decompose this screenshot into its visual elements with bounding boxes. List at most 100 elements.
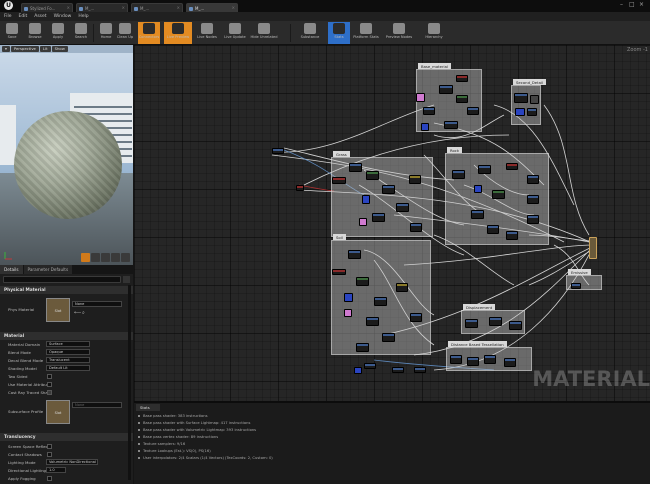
- connectors-button[interactable]: Connectors: [138, 22, 160, 44]
- material-node[interactable]: [527, 108, 537, 116]
- cylinder-shape-icon[interactable]: [91, 253, 100, 262]
- live-nodes-button[interactable]: Live Nodes: [193, 22, 221, 44]
- material-node[interactable]: [409, 175, 421, 184]
- directional-lighting-input[interactable]: 1.0: [46, 467, 66, 473]
- material-node[interactable]: [527, 175, 539, 184]
- save-button[interactable]: Save: [1, 22, 23, 44]
- close-icon[interactable]: ×: [232, 5, 235, 10]
- material-node[interactable]: [356, 277, 369, 286]
- material-node[interactable]: [423, 107, 435, 115]
- material-node[interactable]: [504, 358, 516, 367]
- subsurface-profile-thumbnail[interactable]: Slot: [46, 400, 70, 424]
- decal-blend-mode-select[interactable]: Translucent: [46, 357, 90, 363]
- material-node[interactable]: [527, 215, 539, 224]
- material-node[interactable]: [478, 165, 491, 174]
- material-node[interactable]: [527, 195, 539, 204]
- material-node[interactable]: [530, 95, 539, 104]
- texture-coordinate-node[interactable]: [421, 123, 429, 131]
- browse-asset-icon[interactable]: ⌕: [82, 310, 85, 316]
- phys-material-thumbnail[interactable]: Slot: [46, 298, 70, 322]
- document-tab-3[interactable]: M_... ×: [131, 3, 183, 12]
- contact-shadows-checkbox[interactable]: [47, 451, 52, 457]
- two-sided-checkbox[interactable]: [47, 373, 52, 379]
- material-node[interactable]: [467, 357, 479, 366]
- material-node[interactable]: [366, 171, 379, 180]
- material-node[interactable]: [456, 75, 468, 82]
- texture-coordinate-node[interactable]: [344, 293, 353, 302]
- apply-fogging-checkbox[interactable]: [47, 475, 52, 481]
- sphere-shape-icon[interactable]: [81, 253, 90, 262]
- material-node[interactable]: [356, 343, 369, 352]
- texture-sample-node[interactable]: [416, 93, 425, 102]
- material-node[interactable]: [374, 297, 387, 306]
- material-node[interactable]: [332, 269, 346, 275]
- menu-file[interactable]: File: [4, 14, 12, 19]
- material-node[interactable]: [332, 177, 346, 184]
- clean-up-button[interactable]: Clean Up: [114, 22, 136, 44]
- document-tab-2[interactable]: M_... ×: [76, 3, 128, 12]
- cube-shape-icon[interactable]: [111, 253, 120, 262]
- shading-model-select[interactable]: Default Lit: [46, 365, 90, 371]
- material-node[interactable]: [414, 367, 426, 373]
- document-tab-1[interactable]: Stylized Fo... ×: [21, 3, 73, 12]
- apply-button[interactable]: Apply: [47, 22, 69, 44]
- material-node[interactable]: [372, 213, 385, 222]
- hierarchy-button[interactable]: Hierarchy: [420, 22, 448, 44]
- view-options-icon[interactable]: [123, 276, 130, 283]
- texture-sample-node[interactable]: [359, 218, 367, 226]
- material-node[interactable]: [489, 317, 502, 326]
- preview-nodes-button[interactable]: Preview Nodes: [383, 22, 415, 44]
- material-node[interactable]: [439, 85, 453, 94]
- close-icon[interactable]: ×: [67, 5, 70, 10]
- subsurface-profile-picker[interactable]: None: [72, 402, 122, 408]
- material-node[interactable]: [450, 355, 462, 364]
- material-node[interactable]: [410, 313, 422, 322]
- material-node[interactable]: [296, 185, 304, 191]
- texture-coordinate-node[interactable]: [354, 367, 362, 374]
- tab-parameter-defaults[interactable]: Parameter Defaults: [23, 265, 73, 274]
- texture-coordinate-node[interactable]: [515, 108, 525, 116]
- stats-button[interactable]: Stats: [328, 22, 350, 44]
- material-node[interactable]: [366, 317, 379, 326]
- material-node[interactable]: [509, 321, 522, 330]
- document-tab-4[interactable]: M_... ×: [186, 3, 238, 12]
- menu-window[interactable]: Window: [54, 14, 72, 19]
- close-window-icon[interactable]: ×: [639, 1, 644, 8]
- perspective-button[interactable]: Perspective: [10, 46, 39, 52]
- viewport-menu-button[interactable]: ▾: [2, 46, 10, 52]
- mesh-shape-icon[interactable]: [121, 253, 130, 262]
- material-node[interactable]: [506, 163, 518, 170]
- substance-button[interactable]: Substance: [296, 22, 324, 44]
- show-button[interactable]: Show: [51, 46, 68, 52]
- preview-viewport[interactable]: ▾ Perspective Lit Show: [0, 45, 133, 265]
- maximize-icon[interactable]: □: [629, 1, 635, 8]
- tab-stats[interactable]: Stats: [136, 404, 160, 411]
- search-button[interactable]: Search: [70, 22, 92, 44]
- material-node[interactable]: [492, 190, 505, 199]
- live-update-button[interactable]: Live Update: [221, 22, 249, 44]
- menu-asset[interactable]: Asset: [34, 14, 46, 19]
- menu-help[interactable]: Help: [78, 14, 88, 19]
- texture-coordinate-node[interactable]: [362, 195, 370, 204]
- material-graph[interactable]: Base_material Second_Detail Grass Soil R…: [134, 45, 650, 401]
- section-translucency[interactable]: Translucency: [0, 433, 133, 441]
- material-node[interactable]: [484, 355, 496, 364]
- section-physical-material[interactable]: Physical Material: [0, 286, 133, 294]
- phys-material-picker[interactable]: None: [72, 301, 122, 307]
- ssr-checkbox[interactable]: [47, 443, 52, 449]
- plane-shape-icon[interactable]: [101, 253, 110, 262]
- tab-details[interactable]: Details: [0, 265, 23, 274]
- material-node[interactable]: [410, 223, 422, 232]
- material-node[interactable]: [506, 231, 518, 240]
- cast-ray-traced-shadows-checkbox[interactable]: [47, 389, 52, 395]
- texture-coordinate-node[interactable]: [474, 185, 482, 193]
- texture-sample-node[interactable]: [344, 309, 352, 317]
- material-node[interactable]: [382, 185, 395, 194]
- material-node[interactable]: [272, 148, 284, 154]
- details-scrollbar[interactable]: [128, 285, 131, 480]
- lighting-mode-select[interactable]: Volumetric NonDirectional: [46, 459, 98, 465]
- material-node[interactable]: [382, 333, 395, 342]
- material-node[interactable]: [487, 225, 499, 234]
- minimize-icon[interactable]: –: [620, 1, 623, 8]
- details-search-input[interactable]: [3, 276, 121, 283]
